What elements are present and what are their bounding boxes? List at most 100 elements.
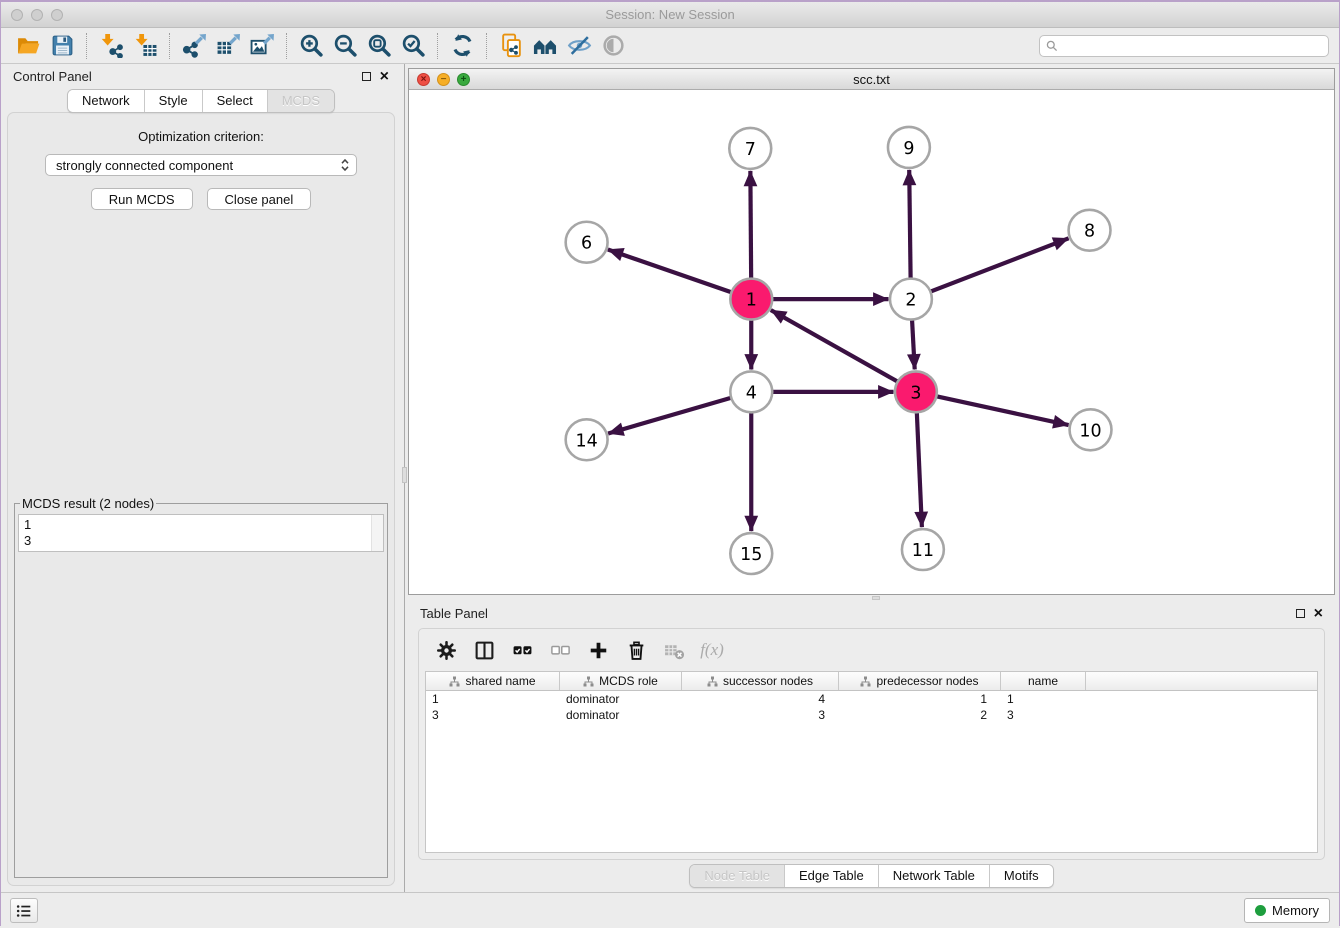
mcds-result-box: MCDS result (2 nodes) 13	[14, 496, 388, 878]
zoom-out-button[interactable]	[328, 31, 362, 61]
close-panel-button[interactable]: Close panel	[207, 188, 312, 210]
column-header-name[interactable]: name	[1001, 672, 1086, 690]
graph-node-9[interactable]: 9	[888, 127, 930, 168]
minimize-network-icon[interactable]: −	[437, 73, 450, 86]
import-network-button[interactable]	[94, 31, 128, 61]
column-header-predecessor-nodes[interactable]: predecessor nodes	[839, 672, 1001, 690]
tab-network[interactable]: Network	[68, 90, 144, 112]
mcds-result-text[interactable]: 13	[18, 514, 384, 552]
table-cell[interactable]: dominator	[560, 707, 682, 723]
delete-column-button[interactable]	[621, 636, 651, 664]
control-panel: Control Panel × NetworkStyleSelectMCDS O…	[1, 64, 401, 892]
horizontal-splitter[interactable]	[408, 595, 1335, 601]
table-cell[interactable]: 4	[682, 691, 839, 707]
task-history-button[interactable]	[10, 898, 38, 923]
minimize-window-icon[interactable]	[31, 9, 43, 21]
graph-edge-2-9[interactable]	[909, 170, 910, 279]
export-image-button[interactable]	[245, 31, 279, 61]
select-all-columns-button[interactable]	[507, 636, 537, 664]
zoom-fit-content-button[interactable]	[362, 31, 396, 61]
table-cell[interactable]: 3	[1001, 707, 1086, 723]
graph-node-6[interactable]: 6	[566, 222, 608, 263]
graph-edge-4-14[interactable]	[608, 397, 732, 433]
search-input[interactable]	[1062, 39, 1322, 53]
splitter-grip[interactable]	[402, 467, 407, 483]
graph-edge-2-3[interactable]	[912, 319, 915, 369]
first-neighbors-button[interactable]	[528, 31, 562, 61]
save-session-button[interactable]	[45, 31, 79, 61]
close-network-icon[interactable]: ×	[417, 73, 430, 86]
zoom-network-icon[interactable]: +	[457, 73, 470, 86]
toolbar-separator	[169, 33, 170, 59]
graph-node-3[interactable]: 3	[895, 371, 937, 412]
graph-node-8[interactable]: 8	[1069, 210, 1111, 251]
graph-edge-3-1[interactable]	[771, 310, 899, 382]
tab-motifs[interactable]: Motifs	[989, 865, 1053, 887]
table-toolbar: f(x)	[419, 629, 1324, 671]
table-tabs: Node TableEdge TableNetwork TableMotifs	[408, 860, 1335, 892]
table-row[interactable]: 3dominator323	[426, 707, 1317, 723]
hide-graphics-details-button[interactable]	[562, 31, 596, 61]
table-cell[interactable]: 1	[839, 691, 1001, 707]
graph-edge-3-10[interactable]	[935, 396, 1068, 425]
network-canvas[interactable]: 7 9 6 8 1 2 4 3 14 10 15 11	[409, 90, 1334, 594]
graph-edge-2-8[interactable]	[930, 238, 1069, 292]
export-network-button[interactable]	[177, 31, 211, 61]
copy-network-button[interactable]	[494, 31, 528, 61]
tab-network-table[interactable]: Network Table	[878, 865, 989, 887]
open-session-button[interactable]	[11, 31, 45, 61]
criterion-dropdown[interactable]: strongly connected component	[45, 154, 357, 176]
zoom-selected-button[interactable]	[396, 31, 430, 61]
node-table: shared nameMCDS rolesuccessor nodesprede…	[425, 671, 1318, 853]
refresh-layout-button[interactable]	[445, 31, 479, 61]
table-cell[interactable]: dominator	[560, 691, 682, 707]
float-panel-icon[interactable]	[1296, 609, 1305, 618]
tab-node-table[interactable]: Node Table	[690, 865, 784, 887]
graph-node-10[interactable]: 10	[1070, 409, 1112, 450]
column-header-shared-name[interactable]: shared name	[426, 672, 560, 690]
run-mcds-button[interactable]: Run MCDS	[91, 188, 193, 210]
column-header-MCDS-role[interactable]: MCDS role	[560, 672, 682, 690]
graph-node-15[interactable]: 15	[730, 533, 772, 574]
graph-node-14[interactable]: 14	[566, 419, 608, 460]
tab-mcds[interactable]: MCDS	[267, 90, 334, 112]
zoom-in-button[interactable]	[294, 31, 328, 61]
graph-edge-1-7[interactable]	[750, 171, 751, 279]
vertical-splitter[interactable]	[401, 64, 408, 892]
add-column-button[interactable]	[583, 636, 613, 664]
close-window-icon[interactable]	[11, 9, 23, 21]
graph-edge-1-6[interactable]	[608, 250, 733, 293]
close-panel-icon[interactable]: ×	[380, 72, 389, 82]
node-label: 7	[745, 140, 756, 160]
close-panel-icon[interactable]: ×	[1314, 609, 1323, 619]
column-header-successor-nodes[interactable]: successor nodes	[682, 672, 839, 690]
memory-button[interactable]: Memory	[1244, 898, 1330, 923]
open-session-icon	[16, 33, 41, 58]
table-cell[interactable]: 1	[426, 691, 560, 707]
graph-node-1[interactable]: 1	[730, 279, 772, 320]
graph-node-11[interactable]: 11	[902, 529, 944, 570]
import-table-button[interactable]	[128, 31, 162, 61]
function-builder-button: f(x)	[697, 636, 727, 664]
float-panel-icon[interactable]	[362, 72, 371, 81]
table-cell[interactable]: 1	[1001, 691, 1086, 707]
result-scrollbar[interactable]	[371, 515, 383, 551]
table-row[interactable]: 1dominator411	[426, 691, 1317, 707]
unselect-all-columns-button[interactable]	[545, 636, 575, 664]
tab-select[interactable]: Select	[202, 90, 267, 112]
graph-node-4[interactable]: 4	[730, 371, 772, 412]
zoom-window-icon[interactable]	[51, 9, 63, 21]
tab-style[interactable]: Style	[144, 90, 202, 112]
toolbar-icon-groups	[11, 31, 630, 61]
table-cell[interactable]: 3	[426, 707, 560, 723]
graph-edge-3-11[interactable]	[917, 412, 922, 527]
table-settings-button[interactable]	[431, 636, 461, 664]
graph-node-2[interactable]: 2	[890, 279, 932, 320]
graph-node-7[interactable]: 7	[729, 128, 771, 169]
table-cell[interactable]: 2	[839, 707, 1001, 723]
splitter-grip[interactable]	[872, 596, 880, 600]
table-cell[interactable]: 3	[682, 707, 839, 723]
export-table-button[interactable]	[211, 31, 245, 61]
tab-edge-table[interactable]: Edge Table	[784, 865, 878, 887]
split-panel-button[interactable]	[469, 636, 499, 664]
